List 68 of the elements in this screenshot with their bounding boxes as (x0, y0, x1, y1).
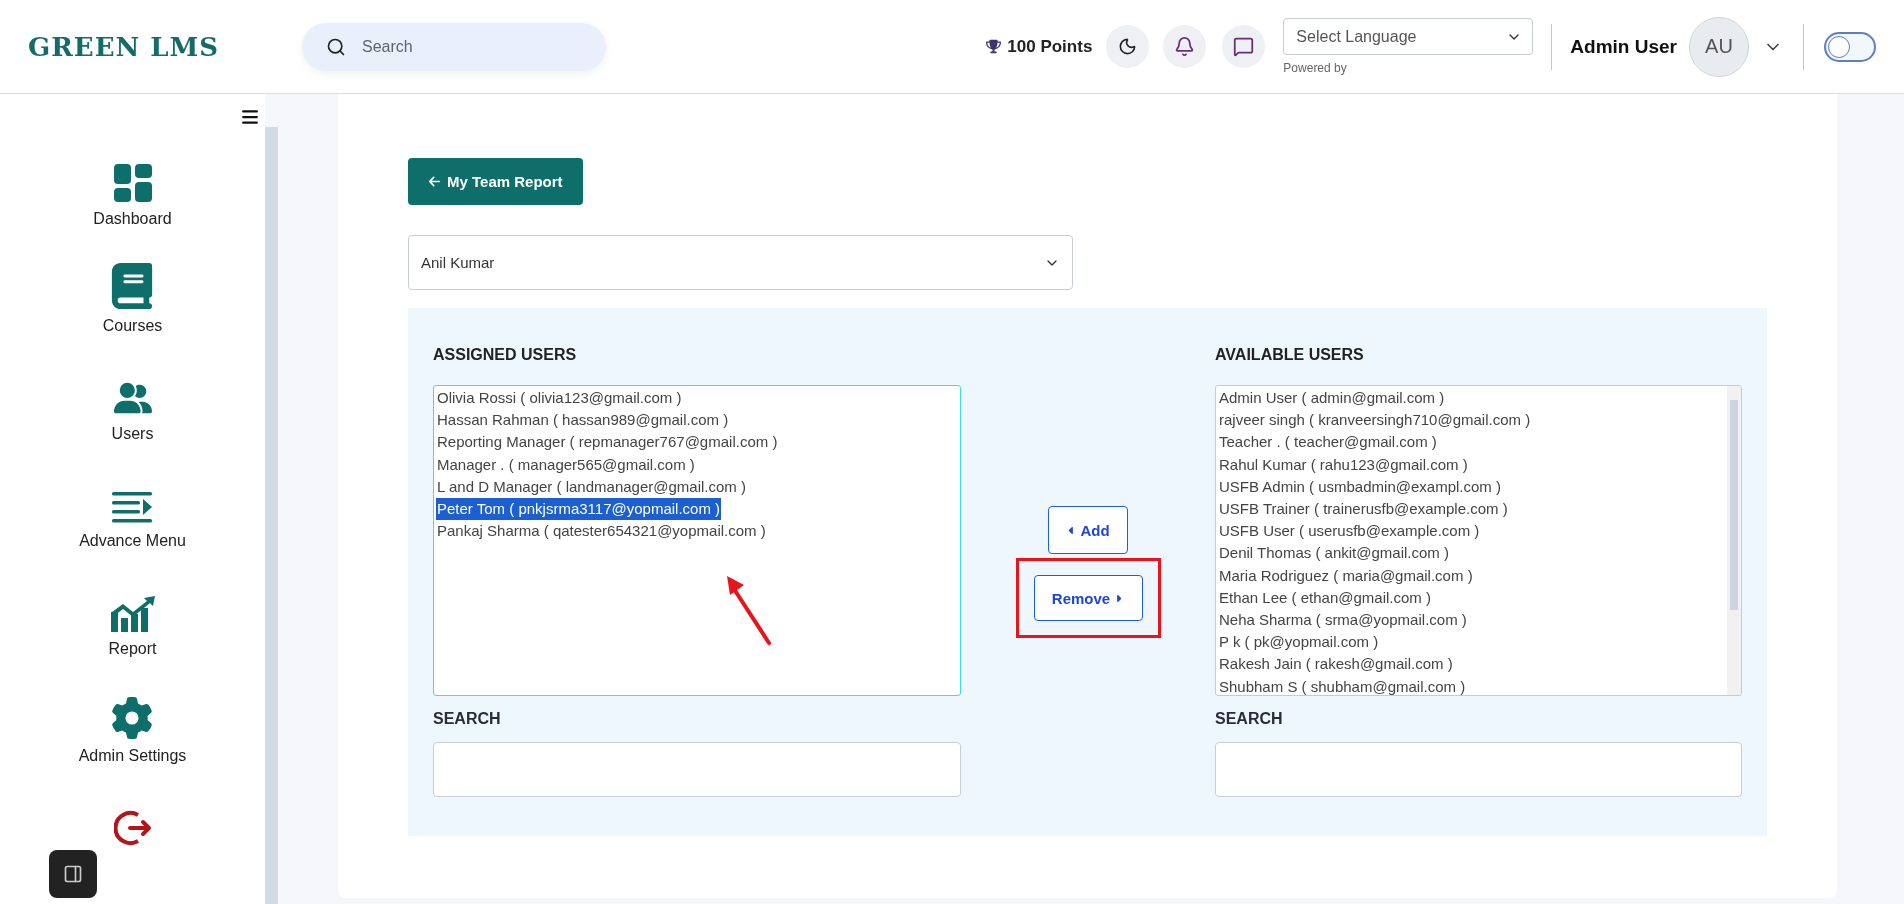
user-option[interactable]: Reporting Manager ( repmanager767@gmail.com ) (436, 431, 779, 454)
user-option[interactable]: rajveer singh ( kranveersingh710@gmail.com ) (1218, 409, 1532, 432)
powered-by-text: Powered by (1283, 61, 1348, 75)
user-option[interactable]: L and D Manager ( landmanager@gmail.com ) (436, 475, 747, 498)
menu-icon (241, 108, 259, 126)
search-input[interactable] (1215, 742, 1742, 797)
trophy-icon (986, 39, 1002, 54)
menu-button[interactable] (241, 108, 259, 126)
chat-button[interactable] (1222, 25, 1266, 68)
sidebar-item[interactable]: Users (111, 424, 154, 443)
section-heading: ASSIGNED USERS (433, 346, 578, 364)
user-option[interactable]: USFB Admin ( usmbadmin@exampl.com ) (1218, 475, 1502, 498)
sidebar-item[interactable]: Courses (102, 317, 163, 336)
user-option[interactable]: Neha Sharma ( srma@yopmail.com ) (1218, 609, 1468, 632)
avatar[interactable]: AU (1689, 16, 1749, 77)
user-option[interactable]: Maria Rodriguez ( maria@gmail.com ) (1218, 564, 1474, 587)
panel-icon (63, 864, 83, 884)
search-input[interactable]: Search (360, 36, 560, 57)
panel-toggle-button[interactable] (49, 850, 97, 898)
user-option[interactable]: Pankaj Sharma ( qatester654321@yopmail.com ) (436, 520, 767, 543)
chat-icon (1233, 36, 1255, 57)
search-icon (326, 36, 346, 57)
user-option[interactable]: Manager . ( manager565@gmail.com ) (436, 453, 696, 476)
section-heading: AVAILABLE USERS (1215, 346, 1365, 364)
user-option[interactable]: Olivia Rossi ( olivia123@gmail.com ) (436, 387, 683, 410)
user-option[interactable]: Shubham S ( shubham@gmail.com ) (1218, 675, 1467, 695)
sidebar-item[interactable]: Advance Menu (79, 532, 186, 551)
language-select[interactable]: Select Language (1283, 18, 1534, 55)
moon-icon-button[interactable] (1106, 25, 1150, 68)
user-option[interactable]: USFB User ( userusfb@example.com ) (1218, 520, 1481, 543)
search-input[interactable] (433, 742, 961, 797)
dashboard-icon (113, 164, 152, 202)
user-option[interactable]: Teacher . ( teacher@gmail.com ) (1218, 431, 1438, 454)
notification-button[interactable] (1163, 25, 1207, 68)
search-label: SEARCH (1215, 710, 1284, 728)
scrollbar[interactable] (265, 127, 278, 904)
user-name: Admin User (1570, 35, 1677, 58)
sidebar-item[interactable]: Report (108, 639, 157, 658)
user-option[interactable]: Hassan Rahman ( hassan989@gmail.com ) (436, 409, 730, 432)
search-label: SEARCH (433, 710, 502, 728)
user-option[interactable]: Denil Thomas ( ankit@gmail.com ) (1218, 542, 1451, 565)
logout-icon (113, 808, 152, 847)
user-option[interactable]: Peter Tom ( pnkjsrma3117@yopmail.com ) (436, 498, 722, 521)
settings-icon (111, 697, 154, 740)
points-label: 100 Points (986, 36, 1093, 57)
add-button[interactable]: Add (1048, 506, 1128, 554)
bell-icon (1174, 36, 1196, 57)
user-option[interactable]: Rahul Kumar ( rahu123@gmail.com ) (1218, 453, 1469, 476)
user-listbox[interactable] (1215, 385, 1742, 696)
user-listbox[interactable] (433, 385, 961, 696)
scrollbar[interactable] (1727, 386, 1741, 695)
user-option[interactable]: Admin User ( admin@gmail.com ) (1218, 387, 1446, 410)
user-option[interactable]: P k ( pk@yopmail.com ) (1218, 631, 1380, 654)
user-option[interactable]: USFB Trainer ( trainerusfb@example.com ) (1218, 498, 1509, 521)
search-field[interactable]: Search (302, 22, 606, 71)
user-option[interactable]: Rakesh Jain ( rakesh@gmail.com ) (1218, 653, 1454, 676)
member-select[interactable]: Anil Kumar (408, 235, 1073, 290)
sidebar-item[interactable]: Dashboard (93, 210, 172, 228)
back-button[interactable]: My Team Report (408, 158, 583, 205)
theme-toggle[interactable] (1824, 31, 1876, 62)
user-option[interactable]: Ethan Lee ( ethan@gmail.com ) (1218, 586, 1432, 610)
menu-list-icon (112, 492, 153, 525)
moon-icon (1118, 37, 1138, 56)
logo[interactable]: GREEN LMS (28, 31, 302, 62)
chart-icon (110, 595, 155, 632)
remove-button[interactable]: Remove (1033, 575, 1143, 621)
sidebar-item[interactable]: Admin Settings (78, 747, 187, 766)
arrow-left-icon (428, 175, 441, 188)
